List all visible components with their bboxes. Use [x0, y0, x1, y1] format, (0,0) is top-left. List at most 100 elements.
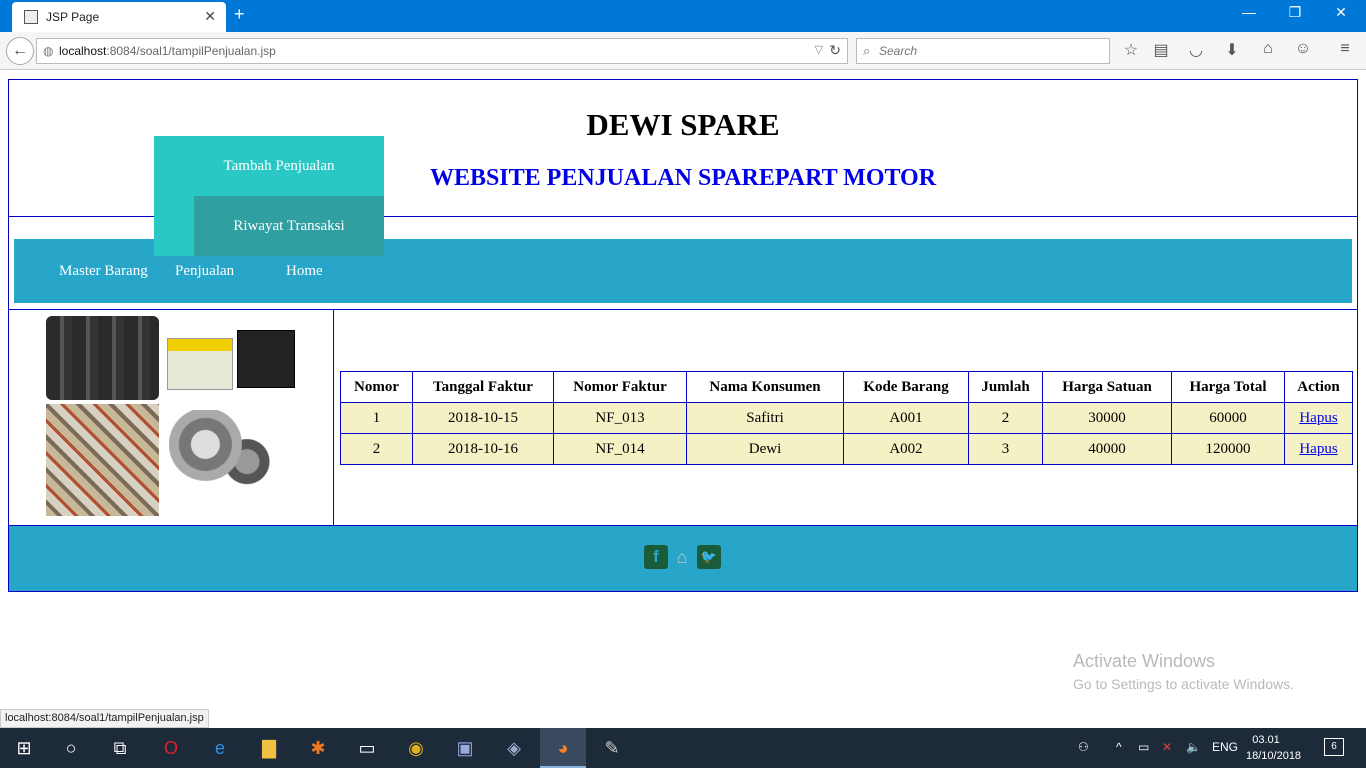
- home-page-icon[interactable]: ⌂: [1257, 40, 1279, 58]
- url-text: localhost:8084/soal1/tampilPenjualan.jsp: [59, 44, 276, 58]
- clock-time: 03.01: [1252, 734, 1280, 746]
- cell-action: Hapus: [1284, 402, 1353, 434]
- col-header-nama-konsumen: Nama Konsumen: [686, 371, 844, 403]
- hapus-link[interactable]: Hapus: [1299, 441, 1337, 457]
- task-view-icon[interactable]: ⧉: [106, 734, 134, 762]
- cell-nomor: 1: [340, 402, 413, 434]
- reading-list-icon[interactable]: ▤: [1150, 40, 1172, 60]
- cell-tanggal: 2018-10-15: [412, 402, 554, 434]
- chrome-icon[interactable]: ◉: [402, 734, 430, 762]
- reload-icon[interactable]: ↻: [829, 42, 841, 59]
- web-page: DEWI SPARE WEBSITE PENJUALAN SPAREPART M…: [0, 71, 1366, 728]
- menu-item-home[interactable]: Home: [286, 263, 323, 280]
- firefox-icon[interactable]: ◕: [549, 734, 577, 762]
- restore-button[interactable]: ❐: [1272, 4, 1318, 21]
- windows-start-icon[interactable]: ⊞: [10, 734, 38, 762]
- col-header-jumlah: Jumlah: [968, 371, 1043, 403]
- cell-jumlah: 3: [968, 433, 1043, 465]
- cell-konsumen: Dewi: [686, 433, 844, 465]
- browser-tab[interactable]: JSP Page ✕: [12, 2, 226, 32]
- edge-icon[interactable]: e: [206, 734, 234, 762]
- cell-kode: A001: [843, 402, 969, 434]
- menu-item-penjualan[interactable]: Penjualan: [175, 263, 234, 280]
- menu-item-master-barang[interactable]: Master Barang: [59, 263, 148, 280]
- hapus-link[interactable]: Hapus: [1299, 410, 1337, 426]
- download-icon[interactable]: ⬇: [1221, 40, 1243, 60]
- back-button[interactable]: ←: [6, 37, 34, 65]
- virtualbox-icon[interactable]: ◈: [500, 734, 528, 762]
- table-panel: Nomor Tanggal Faktur Nomor Faktur Nama K…: [335, 310, 1357, 525]
- cell-konsumen: Safitri: [686, 402, 844, 434]
- table-row: 2 2018-10-16 NF_014 Dewi A002 3 40000 12…: [340, 433, 1353, 465]
- home-icon[interactable]: ⌂: [671, 545, 693, 569]
- notification-center-icon[interactable]: 6: [1324, 738, 1344, 756]
- system-clock[interactable]: 03.01 18/10/2018: [1246, 732, 1302, 764]
- terminal-icon[interactable]: ▭: [353, 734, 381, 762]
- col-header-kode-barang: Kode Barang: [843, 371, 969, 403]
- search-input[interactable]: [879, 42, 1099, 60]
- tray-chevron-icon[interactable]: ^: [1116, 740, 1122, 754]
- dropdown-item-tambah-penjualan[interactable]: Tambah Penjualan: [154, 136, 384, 196]
- activate-windows-title: Activate Windows: [1073, 651, 1216, 671]
- browser-status-bar: localhost:8084/soal1/tampilPenjualan.jsp: [0, 709, 209, 728]
- file-explorer-icon[interactable]: ▇: [255, 734, 283, 762]
- table-header-row: Nomor Tanggal Faktur Nomor Faktur Nama K…: [340, 371, 1353, 403]
- minimize-button[interactable]: —: [1226, 4, 1272, 20]
- spare-parts-image: [46, 404, 159, 516]
- sales-table: Nomor Tanggal Faktur Nomor Faktur Nama K…: [340, 371, 1353, 465]
- address-bar[interactable]: ◍ localhost:8084/soal1/tampilPenjualan.j…: [36, 38, 848, 64]
- new-tab-button[interactable]: +: [234, 4, 245, 25]
- feedback-smiley-icon[interactable]: ☺: [1292, 40, 1314, 58]
- gears-image: [169, 410, 273, 496]
- clock-date: 18/10/2018: [1246, 750, 1302, 762]
- hamburger-menu-icon[interactable]: ≡: [1334, 40, 1356, 58]
- globe-icon: ◍: [43, 44, 54, 58]
- col-header-nomor-faktur: Nomor Faktur: [553, 371, 687, 403]
- col-header-harga-satuan: Harga Satuan: [1042, 371, 1172, 403]
- col-header-nomor: Nomor: [340, 371, 413, 403]
- image-viewer-icon[interactable]: ▣: [451, 734, 479, 762]
- cell-faktur: NF_013: [553, 402, 687, 434]
- site-footer: f ⌂ 🐦: [8, 525, 1358, 592]
- table-row: 1 2018-10-15 NF_013 Safitri A001 2 30000…: [340, 402, 1353, 434]
- language-indicator[interactable]: ENG: [1212, 740, 1238, 754]
- activate-windows-subtitle: Go to Settings to activate Windows.: [1073, 676, 1294, 692]
- opera-icon[interactable]: O: [157, 734, 185, 762]
- content-area: Nomor Tanggal Faktur Nomor Faktur Nama K…: [8, 309, 1358, 526]
- network-icon[interactable]: ✕: [1162, 740, 1172, 754]
- col-header-action: Action: [1284, 371, 1353, 403]
- twitter-icon[interactable]: 🐦: [697, 545, 721, 569]
- cell-total: 60000: [1171, 402, 1285, 434]
- search-box[interactable]: ⌕: [856, 38, 1110, 64]
- bookmark-star-icon[interactable]: ☆: [1120, 40, 1142, 60]
- dropdown-item-riwayat-transaksi[interactable]: Riwayat Transaksi: [194, 196, 384, 256]
- pocket-icon[interactable]: ◡: [1185, 40, 1207, 60]
- close-window-button[interactable]: ✕: [1318, 4, 1364, 21]
- volume-icon[interactable]: 🔈: [1186, 740, 1201, 754]
- page-favicon-icon: [24, 10, 38, 24]
- windows-taskbar: ⊞ ○ ⧉ O e ▇ ✱ ▭ ◉ ▣ ◈ ◕ ✎ ⚇ ^ ▭ ✕ 🔈 ENG …: [0, 728, 1366, 768]
- cell-kode: A002: [843, 433, 969, 465]
- xampp-icon[interactable]: ✱: [304, 734, 332, 762]
- facebook-icon[interactable]: f: [644, 545, 668, 569]
- cell-nomor: 2: [340, 433, 413, 465]
- cell-jumlah: 2: [968, 402, 1043, 434]
- tab-close-icon[interactable]: ✕: [204, 8, 216, 25]
- penjualan-dropdown: Tambah Penjualan Riwayat Transaksi: [154, 136, 384, 256]
- cortana-search-icon[interactable]: ○: [57, 734, 85, 762]
- col-header-harga-total: Harga Total: [1171, 371, 1285, 403]
- cell-tanggal: 2018-10-16: [412, 433, 554, 465]
- tab-title: JSP Page: [46, 10, 100, 24]
- back-arrow-icon: ←: [12, 42, 28, 59]
- people-icon[interactable]: ⚇: [1078, 740, 1089, 754]
- batteries-image: [167, 330, 297, 392]
- tires-image: [46, 316, 159, 400]
- col-header-tanggal-faktur: Tanggal Faktur: [412, 371, 554, 403]
- browser-titlebar: JSP Page ✕ + — ❐ ✕: [0, 0, 1366, 32]
- battery-icon[interactable]: ▭: [1138, 740, 1149, 754]
- cell-action: Hapus: [1284, 433, 1353, 465]
- cell-total: 120000: [1171, 433, 1285, 465]
- url-dropdown-icon[interactable]: ▽: [815, 43, 823, 56]
- cell-satuan: 40000: [1042, 433, 1172, 465]
- paint-icon[interactable]: ✎: [598, 734, 626, 762]
